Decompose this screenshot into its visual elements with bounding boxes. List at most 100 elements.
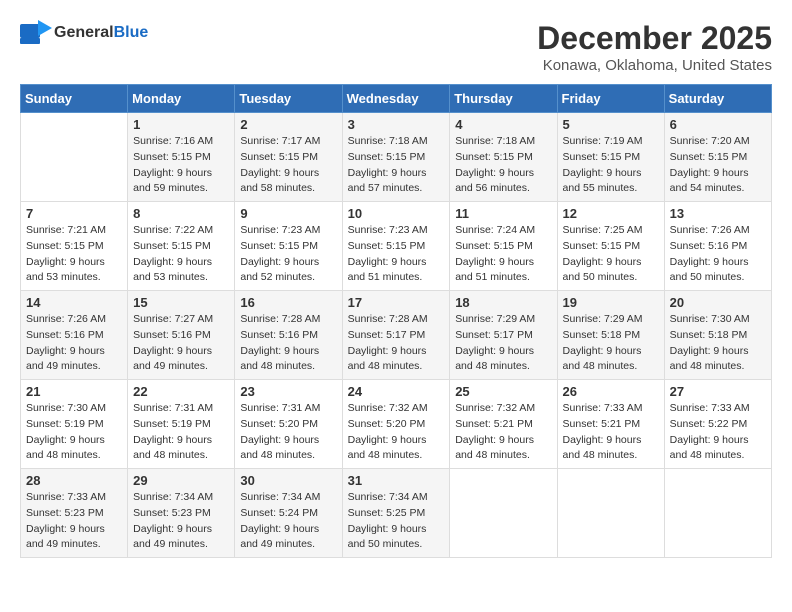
- day-number: 18: [455, 295, 551, 310]
- day-info: Sunrise: 7:33 AMSunset: 5:22 PMDaylight:…: [670, 401, 766, 464]
- day-cell: 20Sunrise: 7:30 AMSunset: 5:18 PMDayligh…: [664, 291, 771, 380]
- header: GeneralBlue December 2025 Konawa, Oklaho…: [20, 20, 772, 74]
- day-number: 1: [133, 117, 229, 132]
- day-number: 14: [26, 295, 122, 310]
- day-number: 26: [563, 384, 659, 399]
- day-info: Sunrise: 7:29 AMSunset: 5:18 PMDaylight:…: [563, 312, 659, 375]
- day-number: 23: [240, 384, 336, 399]
- day-cell: 25 Sunrise: 7:32 AMSunset: 5:21 PMDayligh…: [450, 380, 557, 469]
- day-number: 8: [133, 206, 229, 221]
- day-number: 20: [670, 295, 766, 310]
- day-number: 31: [348, 473, 445, 488]
- day-number: 9: [240, 206, 336, 221]
- day-number: 13: [670, 206, 766, 221]
- day-cell: 6 Sunrise: 7:20 AMSunset: 5:15 PMDaylight…: [664, 113, 771, 202]
- logo-icon: [20, 20, 52, 46]
- week-row-3: 14 Sunrise: 7:26 AMSunset: 5:16 PMDayligh…: [21, 291, 772, 380]
- day-number: 3: [348, 117, 445, 132]
- logo: GeneralBlue: [20, 20, 148, 46]
- weekday-header-thursday: Thursday: [450, 85, 557, 113]
- day-info: Sunrise: 7:21 AMSunset: 5:15 PMDaylight:…: [26, 223, 122, 286]
- day-number: 6: [670, 117, 766, 132]
- day-info: Sunrise: 7:20 AMSunset: 5:15 PMDaylight:…: [670, 134, 766, 197]
- day-cell: 17 Sunrise: 7:28 AMSunset: 5:17 PMDayligh…: [342, 291, 450, 380]
- day-number: 12: [563, 206, 659, 221]
- day-cell: 18 Sunrise: 7:29 AMSunset: 5:17 PMDayligh…: [450, 291, 557, 380]
- day-cell: 23 Sunrise: 7:31 AMSunset: 5:20 PMDayligh…: [235, 380, 342, 469]
- day-cell: 11Sunrise: 7:24 AMSunset: 5:15 PMDayligh…: [450, 202, 557, 291]
- weekday-header-wednesday: Wednesday: [342, 85, 450, 113]
- day-info: Sunrise: 7:33 AMSunset: 5:21 PMDaylight:…: [563, 401, 659, 464]
- weekday-header-friday: Friday: [557, 85, 664, 113]
- day-number: 22: [133, 384, 229, 399]
- week-row-2: 7Sunrise: 7:21 AMSunset: 5:15 PMDaylight…: [21, 202, 772, 291]
- day-cell: 19Sunrise: 7:29 AMSunset: 5:18 PMDayligh…: [557, 291, 664, 380]
- day-cell: [664, 469, 771, 558]
- day-cell: 13 Sunrise: 7:26 AMSunset: 5:16 PMDayligh…: [664, 202, 771, 291]
- title-area: December 2025 Konawa, Oklahoma, United S…: [537, 20, 772, 74]
- location-title: Konawa, Oklahoma, United States: [537, 57, 772, 74]
- day-cell: 1 Sunrise: 7:16 AMSunset: 5:15 PMDaylight…: [128, 113, 235, 202]
- day-cell: 29Sunrise: 7:34 AMSunset: 5:23 PMDayligh…: [128, 469, 235, 558]
- month-title: December 2025: [537, 20, 772, 57]
- day-number: 17: [348, 295, 445, 310]
- week-row-1: 1 Sunrise: 7:16 AMSunset: 5:15 PMDaylight…: [21, 113, 772, 202]
- week-row-5: 28Sunrise: 7:33 AMSunset: 5:23 PMDayligh…: [21, 469, 772, 558]
- day-cell: [450, 469, 557, 558]
- day-number: 10: [348, 206, 445, 221]
- day-number: 2: [240, 117, 336, 132]
- day-info: Sunrise: 7:30 AMSunset: 5:19 PMDaylight:…: [26, 401, 122, 464]
- day-info: Sunrise: 7:31 AMSunset: 5:20 PMDaylight:…: [240, 401, 336, 464]
- day-cell: 14 Sunrise: 7:26 AMSunset: 5:16 PMDayligh…: [21, 291, 128, 380]
- day-info: Sunrise: 7:29 AMSunset: 5:17 PMDaylight:…: [455, 312, 551, 375]
- day-cell: 22Sunrise: 7:31 AMSunset: 5:19 PMDayligh…: [128, 380, 235, 469]
- day-info: Sunrise: 7:25 AMSunset: 5:15 PMDaylight:…: [563, 223, 659, 286]
- day-info: Sunrise: 7:17 AMSunset: 5:15 PMDaylight:…: [240, 134, 336, 197]
- day-info: Sunrise: 7:16 AMSunset: 5:15 PMDaylight:…: [133, 134, 229, 197]
- day-number: 30: [240, 473, 336, 488]
- logo-blue: Blue: [114, 24, 149, 41]
- weekday-header-saturday: Saturday: [664, 85, 771, 113]
- day-info: Sunrise: 7:34 AMSunset: 5:24 PMDaylight:…: [240, 490, 336, 553]
- day-cell: 5 Sunrise: 7:19 AMSunset: 5:15 PMDaylight…: [557, 113, 664, 202]
- day-info: Sunrise: 7:18 AMSunset: 5:15 PMDaylight:…: [348, 134, 445, 197]
- day-info: Sunrise: 7:27 AMSunset: 5:16 PMDaylight:…: [133, 312, 229, 375]
- day-cell: 15 Sunrise: 7:27 AMSunset: 5:16 PMDayligh…: [128, 291, 235, 380]
- day-info: Sunrise: 7:32 AMSunset: 5:20 PMDaylight:…: [348, 401, 445, 464]
- logo-general: General: [54, 24, 114, 41]
- weekday-header-tuesday: Tuesday: [235, 85, 342, 113]
- day-cell: 26 Sunrise: 7:33 AMSunset: 5:21 PMDayligh…: [557, 380, 664, 469]
- day-info: Sunrise: 7:34 AMSunset: 5:23 PMDaylight:…: [133, 490, 229, 553]
- week-row-4: 21 Sunrise: 7:30 AMSunset: 5:19 PMDayligh…: [21, 380, 772, 469]
- day-cell: 21 Sunrise: 7:30 AMSunset: 5:19 PMDayligh…: [21, 380, 128, 469]
- day-info: Sunrise: 7:34 AMSunset: 5:25 PMDaylight:…: [348, 490, 445, 553]
- day-cell: [21, 113, 128, 202]
- day-cell: 7Sunrise: 7:21 AMSunset: 5:15 PMDaylight…: [21, 202, 128, 291]
- day-info: Sunrise: 7:22 AMSunset: 5:15 PMDaylight:…: [133, 223, 229, 286]
- day-number: 5: [563, 117, 659, 132]
- day-info: Sunrise: 7:32 AMSunset: 5:21 PMDaylight:…: [455, 401, 551, 464]
- day-number: 11: [455, 206, 551, 221]
- weekday-header-row: SundayMondayTuesdayWednesdayThursdayFrid…: [21, 85, 772, 113]
- day-number: 25: [455, 384, 551, 399]
- day-cell: 3 Sunrise: 7:18 AMSunset: 5:15 PMDaylight…: [342, 113, 450, 202]
- day-cell: 30 Sunrise: 7:34 AMSunset: 5:24 PMDayligh…: [235, 469, 342, 558]
- day-cell: 28Sunrise: 7:33 AMSunset: 5:23 PMDayligh…: [21, 469, 128, 558]
- day-cell: 31 Sunrise: 7:34 AMSunset: 5:25 PMDayligh…: [342, 469, 450, 558]
- day-info: Sunrise: 7:26 AMSunset: 5:16 PMDaylight:…: [670, 223, 766, 286]
- weekday-header-monday: Monday: [128, 85, 235, 113]
- day-number: 21: [26, 384, 122, 399]
- day-cell: [557, 469, 664, 558]
- day-number: 16: [240, 295, 336, 310]
- day-info: Sunrise: 7:28 AMSunset: 5:17 PMDaylight:…: [348, 312, 445, 375]
- day-info: Sunrise: 7:19 AMSunset: 5:15 PMDaylight:…: [563, 134, 659, 197]
- day-cell: 9Sunrise: 7:23 AMSunset: 5:15 PMDaylight…: [235, 202, 342, 291]
- day-cell: 27 Sunrise: 7:33 AMSunset: 5:22 PMDayligh…: [664, 380, 771, 469]
- day-info: Sunrise: 7:26 AMSunset: 5:16 PMDaylight:…: [26, 312, 122, 375]
- day-cell: 10Sunrise: 7:23 AMSunset: 5:15 PMDayligh…: [342, 202, 450, 291]
- day-cell: 12 Sunrise: 7:25 AMSunset: 5:15 PMDayligh…: [557, 202, 664, 291]
- day-number: 27: [670, 384, 766, 399]
- day-number: 24: [348, 384, 445, 399]
- day-number: 15: [133, 295, 229, 310]
- day-info: Sunrise: 7:28 AMSunset: 5:16 PMDaylight:…: [240, 312, 336, 375]
